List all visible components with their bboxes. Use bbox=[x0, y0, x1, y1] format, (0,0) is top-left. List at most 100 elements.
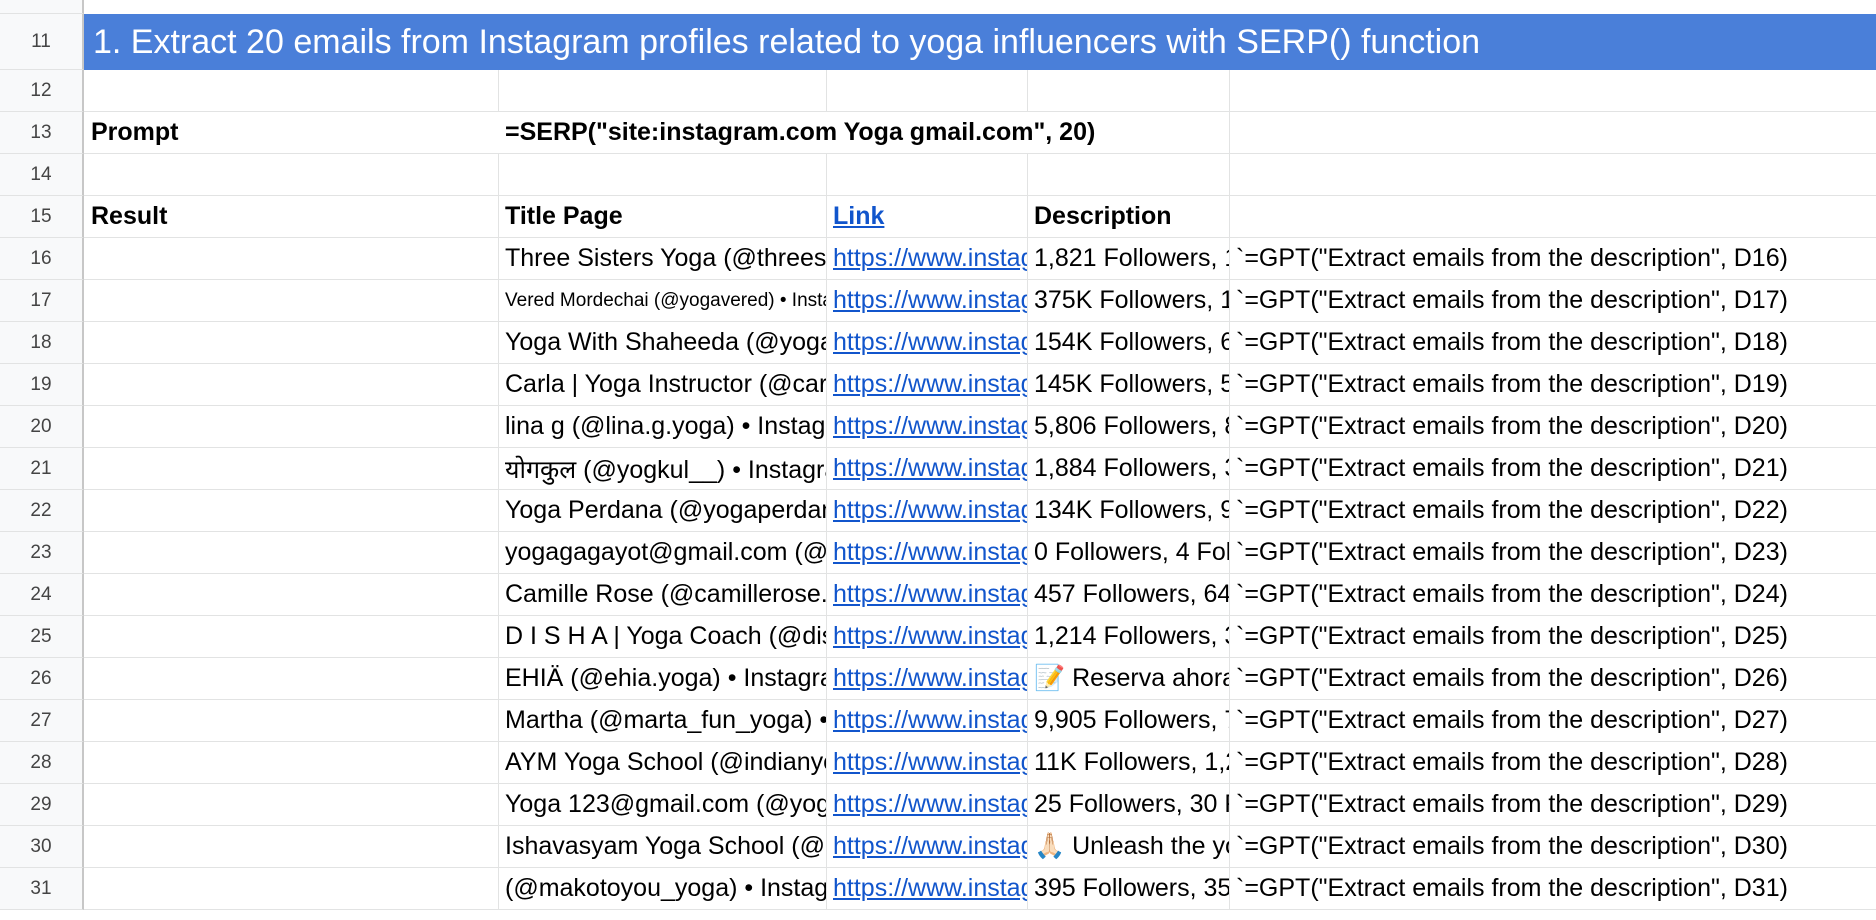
description-cell[interactable]: 11K Followers, 1,201 Following bbox=[1027, 742, 1229, 783]
result-cell[interactable] bbox=[84, 364, 498, 405]
title-cell[interactable]: योगकुल (@yogkul__) • Instagram photos bbox=[498, 448, 826, 489]
description-cell[interactable]: 154K Followers, 626 Following bbox=[1027, 322, 1229, 363]
description-cell[interactable]: 1,214 Followers, 302 Following bbox=[1027, 616, 1229, 657]
gpt-formula-cell[interactable]: `=GPT("Extract emails from the descripti… bbox=[1229, 868, 1788, 909]
title-cell[interactable]: Camille Rose (@camillerose.yoga) bbox=[498, 574, 826, 615]
link-cell[interactable]: https://www.instagram.com/ bbox=[826, 238, 1027, 279]
gpt-formula-cell[interactable]: `=GPT("Extract emails from the descripti… bbox=[1229, 322, 1788, 363]
prompt-formula-cell[interactable]: =SERP("site:instagram.com Yoga gmail.com… bbox=[498, 112, 1229, 153]
title-cell[interactable]: Yoga Perdana (@yogaperdana) bbox=[498, 490, 826, 531]
row-header-23[interactable]: 23 bbox=[0, 532, 84, 574]
description-cell[interactable]: 9,905 Followers, 743 Following bbox=[1027, 700, 1229, 741]
link-cell[interactable]: https://www.instagram.com/ bbox=[826, 574, 1027, 615]
header-title-page[interactable]: Title Page bbox=[498, 196, 826, 237]
gpt-formula-cell[interactable]: `=GPT("Extract emails from the descripti… bbox=[1229, 532, 1788, 573]
gpt-formula-cell[interactable]: `=GPT("Extract emails from the descripti… bbox=[1229, 406, 1788, 447]
gpt-formula-cell[interactable]: `=GPT("Extract emails from the descripti… bbox=[1229, 826, 1788, 867]
prompt-label[interactable]: Prompt bbox=[84, 112, 498, 153]
gpt-formula-cell[interactable]: `=GPT("Extract emails from the descripti… bbox=[1229, 448, 1788, 489]
result-cell[interactable] bbox=[84, 406, 498, 447]
result-cell[interactable] bbox=[84, 616, 498, 657]
link-cell[interactable]: https://www.instagram.com/ bbox=[826, 742, 1027, 783]
gpt-formula-cell[interactable]: `=GPT("Extract emails from the descripti… bbox=[1229, 784, 1788, 825]
row-header-11[interactable]: 11 bbox=[0, 14, 84, 70]
row-header-29[interactable]: 29 bbox=[0, 784, 84, 826]
result-cell[interactable] bbox=[84, 280, 498, 321]
title-cell[interactable]: yogagagayot@gmail.com (@yogagagayot) bbox=[498, 532, 826, 573]
result-cell[interactable] bbox=[84, 322, 498, 363]
description-cell[interactable]: 134K Followers, 998 Following bbox=[1027, 490, 1229, 531]
link-cell[interactable]: https://www.instagram.com/ bbox=[826, 448, 1027, 489]
link-cell[interactable]: https://www.instagram.com/ bbox=[826, 784, 1027, 825]
link-cell[interactable]: https://www.instagram.com/ bbox=[826, 364, 1027, 405]
result-cell[interactable] bbox=[84, 238, 498, 279]
row-header-22[interactable]: 22 bbox=[0, 490, 84, 532]
row-header-13[interactable]: 13 bbox=[0, 112, 84, 154]
gpt-formula-cell[interactable]: `=GPT("Extract emails from the descripti… bbox=[1229, 574, 1788, 615]
result-cell[interactable] bbox=[84, 742, 498, 783]
result-cell[interactable] bbox=[84, 784, 498, 825]
result-cell[interactable] bbox=[84, 868, 498, 909]
row-header-18[interactable]: 18 bbox=[0, 322, 84, 364]
link-cell[interactable]: https://www.instagram.com/ bbox=[826, 490, 1027, 531]
description-cell[interactable]: 5,806 Followers, 812 Following bbox=[1027, 406, 1229, 447]
result-cell[interactable] bbox=[84, 532, 498, 573]
row-header-17[interactable]: 17 bbox=[0, 280, 84, 322]
link-cell[interactable]: https://www.instagram.com/ bbox=[826, 406, 1027, 447]
row-header-24[interactable]: 24 bbox=[0, 574, 84, 616]
gpt-formula-cell[interactable]: `=GPT("Extract emails from the descripti… bbox=[1229, 490, 1788, 531]
gpt-formula-cell[interactable]: `=GPT("Extract emails from the descripti… bbox=[1229, 742, 1788, 783]
description-cell[interactable]: 1,884 Followers, 37 Following bbox=[1027, 448, 1229, 489]
description-cell[interactable]: 🙏🏻 Unleash the yogi bbox=[1027, 826, 1229, 867]
link-cell[interactable]: https://www.instagram.com/ bbox=[826, 280, 1027, 321]
description-cell[interactable]: 395 Followers, 355 Following bbox=[1027, 868, 1229, 909]
title-cell[interactable]: EHIÄ (@ehia.yoga) • Instagram photos bbox=[498, 658, 826, 699]
header-description[interactable]: Description bbox=[1027, 196, 1229, 237]
title-cell[interactable]: Yoga 123@gmail.com (@yoga123) bbox=[498, 784, 826, 825]
link-cell[interactable]: https://www.instagram.com/ bbox=[826, 658, 1027, 699]
row-header-20[interactable]: 20 bbox=[0, 406, 84, 448]
gpt-formula-cell[interactable]: `=GPT("Extract emails from the descripti… bbox=[1229, 238, 1788, 279]
title-cell[interactable]: Three Sisters Yoga (@threesistersyoga) •… bbox=[498, 238, 826, 279]
title-cell[interactable]: Yoga With Shaheeda (@yogawithshaheeda) bbox=[498, 322, 826, 363]
link-cell[interactable]: https://www.instagram.com/ bbox=[826, 616, 1027, 657]
description-cell[interactable]: 1,821 Followers, 1,046 Following bbox=[1027, 238, 1229, 279]
result-cell[interactable] bbox=[84, 448, 498, 489]
row-header-16[interactable]: 16 bbox=[0, 238, 84, 280]
description-cell[interactable]: 0 Followers, 4 Following bbox=[1027, 532, 1229, 573]
row-header-14[interactable]: 14 bbox=[0, 154, 84, 196]
gpt-formula-cell[interactable]: `=GPT("Extract emails from the descripti… bbox=[1229, 364, 1788, 405]
result-cell[interactable] bbox=[84, 658, 498, 699]
link-cell[interactable]: https://www.instagram.com/ bbox=[826, 322, 1027, 363]
gpt-formula-cell[interactable]: `=GPT("Extract emails from the descripti… bbox=[1229, 700, 1788, 741]
title-cell[interactable]: Vered Mordechai (@yogavered) • Instagram… bbox=[498, 280, 826, 321]
link-cell[interactable]: https://www.instagram.com/ bbox=[826, 868, 1027, 909]
description-cell[interactable]: 457 Followers, 642 Following bbox=[1027, 574, 1229, 615]
title-cell[interactable]: Martha (@marta_fun_yoga) • Instagram bbox=[498, 700, 826, 741]
gpt-formula-cell[interactable]: `=GPT("Extract emails from the descripti… bbox=[1229, 616, 1788, 657]
row-header-15[interactable]: 15 bbox=[0, 196, 84, 238]
result-cell[interactable] bbox=[84, 490, 498, 531]
row-header-12[interactable]: 12 bbox=[0, 70, 84, 112]
title-banner[interactable]: 1. Extract 20 emails from Instagram prof… bbox=[84, 14, 1876, 70]
description-cell[interactable]: 📝 Reserva ahora bbox=[1027, 658, 1229, 699]
description-cell[interactable]: 375K Followers, 1,052 Following bbox=[1027, 280, 1229, 321]
title-cell[interactable]: D I S H A | Yoga Coach (@dishayoga) bbox=[498, 616, 826, 657]
result-cell[interactable] bbox=[84, 826, 498, 867]
row-header-27[interactable]: 27 bbox=[0, 700, 84, 742]
header-link[interactable]: Link bbox=[826, 196, 1027, 237]
gpt-formula-cell[interactable]: `=GPT("Extract emails from the descripti… bbox=[1229, 658, 1788, 699]
row-header-28[interactable]: 28 bbox=[0, 742, 84, 784]
result-cell[interactable] bbox=[84, 700, 498, 741]
link-cell[interactable]: https://www.instagram.com/ bbox=[826, 700, 1027, 741]
link-cell[interactable]: https://www.instagram.com/ bbox=[826, 826, 1027, 867]
title-cell[interactable]: Ishavasyam Yoga School (@ishavasyam) bbox=[498, 826, 826, 867]
row-header-19[interactable]: 19 bbox=[0, 364, 84, 406]
row-header-25[interactable]: 25 bbox=[0, 616, 84, 658]
row-header-31[interactable]: 31 bbox=[0, 868, 84, 910]
title-cell[interactable]: (@makotoyou_yoga) • Instagram photos bbox=[498, 868, 826, 909]
gpt-formula-cell[interactable]: `=GPT("Extract emails from the descripti… bbox=[1229, 280, 1788, 321]
title-cell[interactable]: AYM Yoga School (@indianyogaschool) bbox=[498, 742, 826, 783]
link-cell[interactable]: https://www.instagram.com/ bbox=[826, 532, 1027, 573]
result-label[interactable]: Result bbox=[84, 196, 498, 237]
